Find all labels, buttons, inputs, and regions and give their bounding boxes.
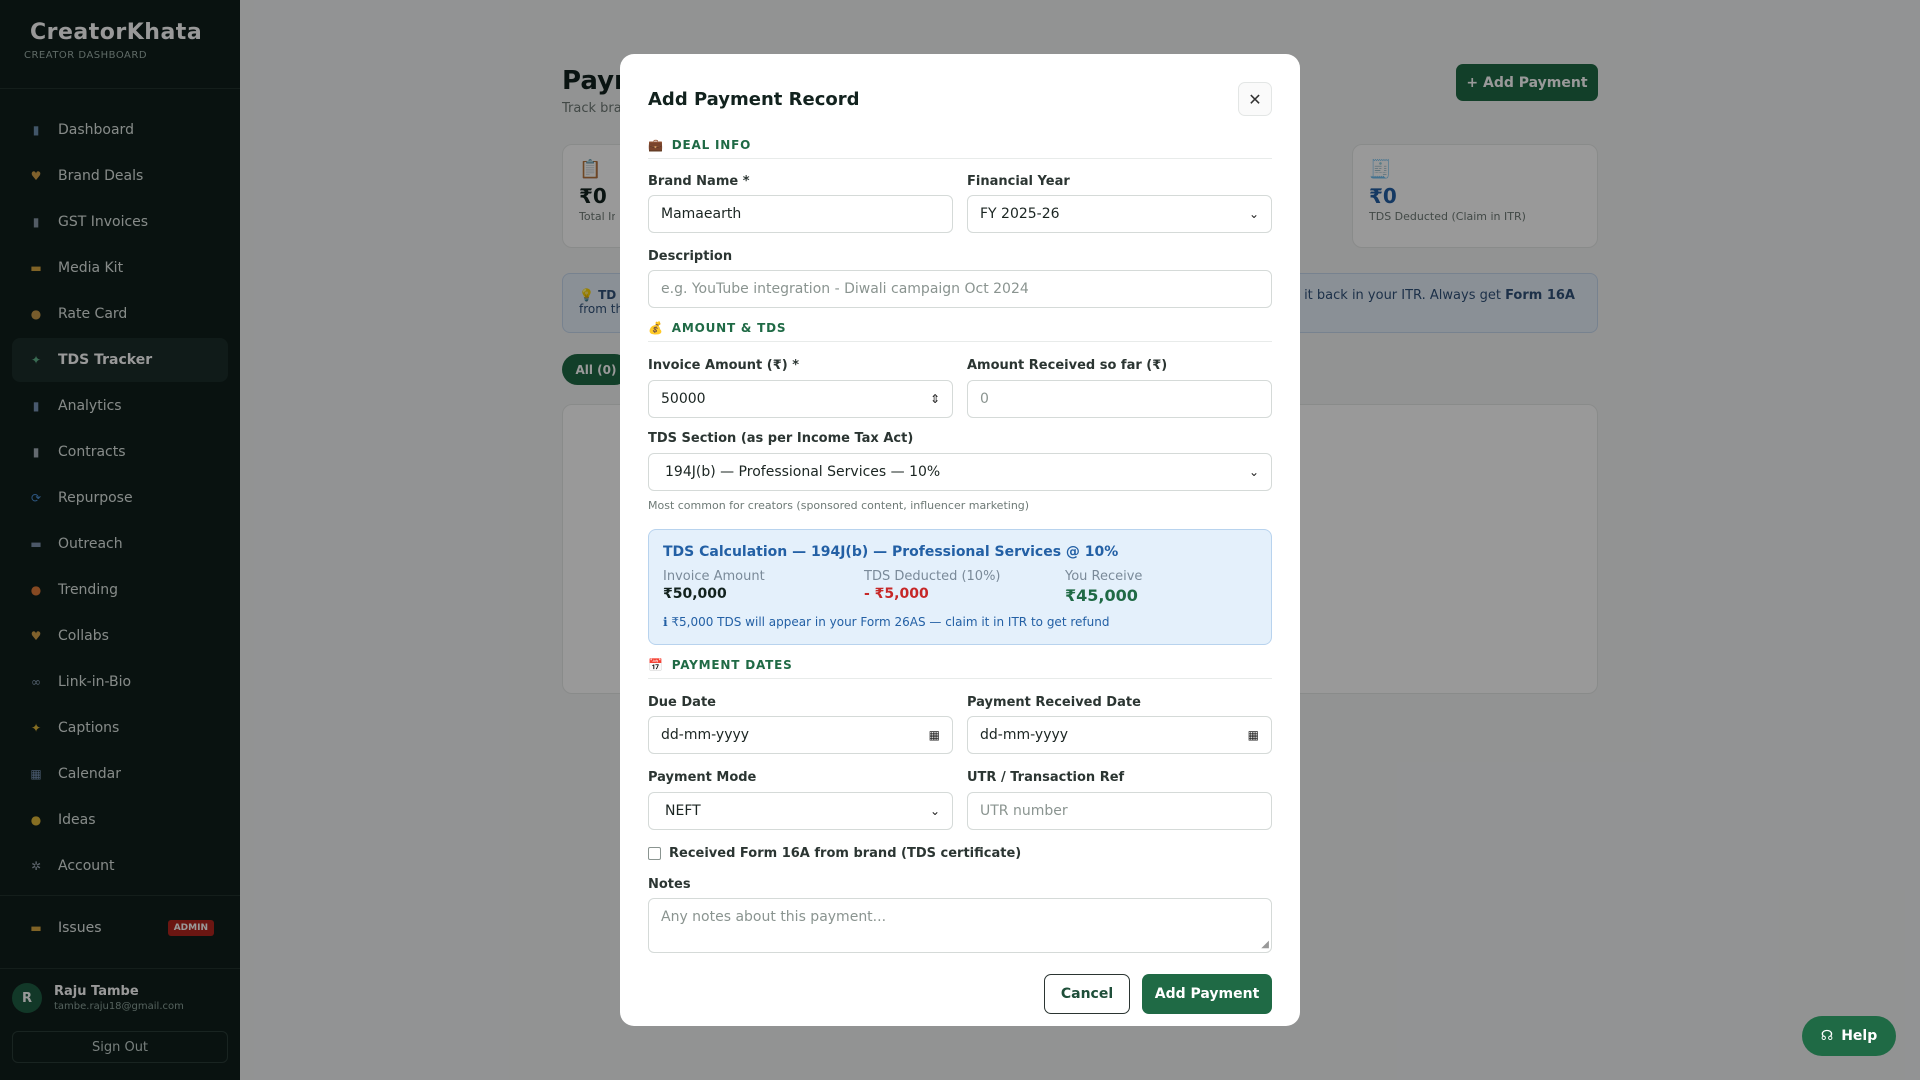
utr-label: UTR / Transaction Ref [967, 770, 1125, 785]
notes-label: Notes [648, 877, 691, 892]
payment-received-date-label: Payment Received Date [967, 695, 1141, 710]
notes-textarea[interactable]: Any notes about this payment... ◢ [648, 898, 1272, 953]
checkbox-label: Received Form 16A from brand (TDS certif… [669, 846, 1022, 861]
calc-tds: TDS Deducted (10%) - ₹5,000 [864, 569, 1001, 602]
calc-value: ₹45,000 [1065, 586, 1138, 605]
close-icon: ✕ [1248, 89, 1262, 109]
due-date-input[interactable]: dd-mm-yyyy ▦ [648, 716, 953, 754]
money-bag-icon: 💰 [648, 321, 664, 335]
chevron-down-icon: ⌄ [1248, 207, 1259, 221]
calc-label: You Receive [1065, 569, 1143, 584]
invoice-amount-label: Invoice Amount (₹) * [648, 358, 800, 373]
utr-input[interactable]: UTR number [967, 792, 1272, 830]
tds-section-select[interactable]: 194J(b) — Professional Services — 10% ⌄ [648, 453, 1272, 491]
chevron-down-icon: ⌄ [929, 804, 940, 818]
select-value: FY 2025-26 [980, 206, 1060, 222]
input-value: 50000 [661, 391, 706, 407]
stepper-icon[interactable]: ⇕ [930, 392, 940, 406]
modal-title: Add Payment Record [648, 89, 860, 110]
section-amount-tds: 💰 AMOUNT & TDS [648, 321, 1272, 342]
form16a-checkbox[interactable] [648, 847, 661, 860]
section-title: DEAL INFO [671, 138, 752, 152]
add-payment-modal: Add Payment Record ✕ 💼 DEAL INFO Brand N… [620, 54, 1300, 1026]
tds-section-hint: Most common for creators (sponsored cont… [648, 499, 1030, 512]
section-deal-info: 💼 DEAL INFO [648, 138, 1272, 159]
headset-icon: ☊ [1820, 1028, 1834, 1044]
tds-section-label: TDS Section (as per Income Tax Act) [648, 431, 914, 446]
calendar-icon[interactable]: ▦ [1248, 728, 1259, 742]
section-title: AMOUNT & TDS [671, 321, 787, 335]
briefcase-icon: 💼 [648, 138, 664, 152]
close-button[interactable]: ✕ [1238, 82, 1272, 116]
calc-title: TDS Calculation — 194J(b) — Professional… [663, 544, 1119, 560]
brand-name-input[interactable]: Mamaearth [648, 195, 953, 233]
form16a-checkbox-row[interactable]: Received Form 16A from brand (TDS certif… [648, 846, 1021, 861]
section-payment-dates: 📅 PAYMENT DATES [648, 658, 1272, 679]
calc-receive: You Receive ₹45,000 [1065, 569, 1142, 605]
calc-label: Invoice Amount [663, 569, 765, 584]
date-placeholder: dd-mm-yyyy [980, 727, 1069, 743]
select-value: 194J(b) — Professional Services — 10% [665, 464, 941, 480]
cancel-button[interactable]: Cancel [1044, 974, 1130, 1014]
section-title: PAYMENT DATES [671, 658, 793, 672]
textarea-placeholder: Any notes about this payment... [661, 909, 887, 925]
date-placeholder: dd-mm-yyyy [661, 727, 750, 743]
select-value: NEFT [665, 803, 701, 819]
invoice-amount-input[interactable]: 50000 ⇕ [648, 380, 953, 418]
payment-mode-select[interactable]: NEFT ⌄ [648, 792, 953, 830]
help-label: Help [1841, 1028, 1878, 1044]
due-date-label: Due Date [648, 695, 716, 710]
help-button[interactable]: ☊ Help [1802, 1016, 1896, 1056]
amount-received-label: Amount Received so far (₹) [967, 358, 1168, 373]
financial-year-select[interactable]: FY 2025-26 ⌄ [967, 195, 1272, 233]
calendar-icon: 📅 [648, 658, 664, 672]
calc-label: TDS Deducted (10%) [864, 569, 1001, 584]
calc-note: ℹ ₹5,000 TDS will appear in your Form 26… [663, 615, 1110, 629]
add-payment-button[interactable]: Add Payment [1142, 974, 1272, 1014]
calc-invoice: Invoice Amount ₹50,000 [663, 569, 765, 602]
brand-name-label: Brand Name * [648, 174, 750, 189]
payment-received-date-input[interactable]: dd-mm-yyyy ▦ [967, 716, 1272, 754]
description-input[interactable]: e.g. YouTube integration - Diwali campai… [648, 270, 1272, 308]
financial-year-label: Financial Year [967, 174, 1070, 189]
description-label: Description [648, 249, 733, 264]
resize-grip-icon[interactable]: ◢ [1261, 939, 1269, 950]
calendar-icon[interactable]: ▦ [929, 728, 940, 742]
amount-received-input[interactable]: 0 [967, 380, 1272, 418]
tds-calculation-box: TDS Calculation — 194J(b) — Professional… [648, 529, 1272, 645]
calc-value: - ₹5,000 [864, 586, 929, 602]
calc-value: ₹50,000 [663, 586, 727, 602]
payment-mode-label: Payment Mode [648, 770, 757, 785]
chevron-down-icon: ⌄ [1248, 465, 1259, 479]
